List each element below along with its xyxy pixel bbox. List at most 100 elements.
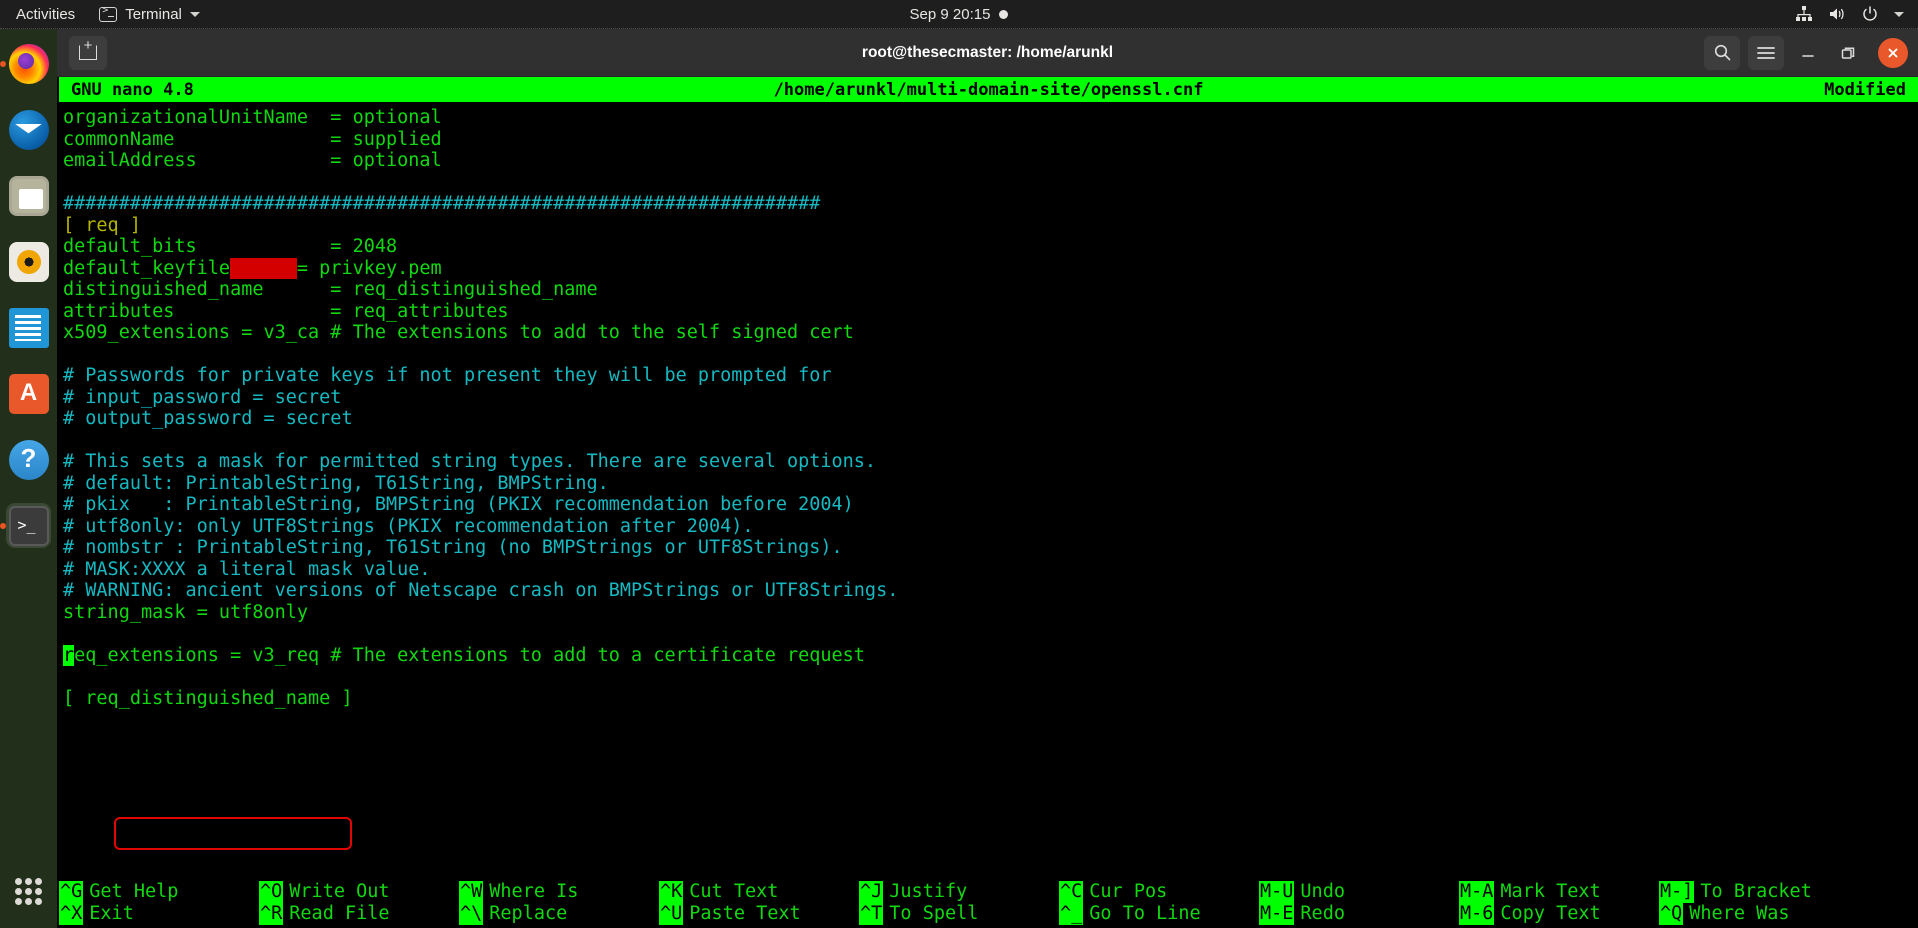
network-icon[interactable] [1795, 5, 1813, 23]
nano-line [61, 172, 1918, 194]
help-icon [8, 439, 49, 480]
nano-shortcut[interactable]: ^X Exit [59, 903, 259, 925]
power-icon[interactable] [1861, 5, 1879, 23]
window-titlebar: root@thesecmaster: /home/arunkl [57, 29, 1918, 77]
chevron-down-icon[interactable] [1894, 11, 1904, 17]
nano-line: default_bits = 2048 [61, 236, 1918, 258]
nano-shortcut-label: Cut Text [689, 881, 779, 902]
minimize-button[interactable] [1792, 37, 1824, 69]
dock-item-files[interactable] [6, 173, 51, 218]
nano-shortcut-key: ^O [259, 881, 284, 903]
files-icon [8, 175, 49, 216]
nano-line [61, 344, 1918, 366]
nano-line: # This sets a mask for permitted string … [61, 451, 1918, 473]
nano-editor[interactable]: GNU nano 4.8 /home/arunkl/multi-domain-s… [57, 77, 1918, 928]
grid-dot-icon [35, 898, 42, 905]
annotation-highlight-box [114, 817, 352, 850]
menu-button[interactable] [1748, 35, 1784, 70]
window-title: root@thesecmaster: /home/arunkl [861, 43, 1114, 61]
nano-shortcut[interactable]: M-E Redo [1259, 903, 1459, 925]
nano-shortcut[interactable]: M-6 Copy Text [1459, 903, 1659, 925]
nano-shortcut-key: M-A [1459, 881, 1495, 903]
terminal-icon [99, 5, 118, 22]
nano-text: [ req_distinguished_name ] [63, 687, 353, 709]
nano-shortcut[interactable]: M-U Undo [1259, 881, 1459, 903]
nano-shortcut[interactable]: ^R Read File [259, 903, 459, 925]
nano-shortcut[interactable]: ^J Justify [859, 881, 1059, 903]
dock-item-firefox[interactable] [0, 41, 51, 86]
nano-shortcut[interactable]: ^K Cut Text [659, 881, 859, 903]
nano-text: ########################################… [63, 193, 821, 214]
nano-text: attributes = req_attributes [63, 300, 509, 322]
nano-shortcut[interactable]: ^Q Where Was [1659, 903, 1859, 925]
nano-text: emailAddress = optional [63, 150, 442, 171]
nano-line: [ req_distinguished_name ] [61, 688, 1918, 710]
nano-text: # pkix : PrintableString, BMPString (PKI… [63, 494, 854, 515]
nano-shortcut-label: Get Help [89, 881, 179, 902]
dock-item-terminal[interactable] [0, 503, 51, 548]
nano-line [61, 666, 1918, 688]
nano-shortcut[interactable]: M-A Mark Text [1459, 881, 1659, 903]
nano-line: # WARNING: ancient versions of Netscape … [61, 580, 1918, 602]
nano-shortcut[interactable]: ^U Paste Text [659, 903, 859, 925]
nano-line: # default: PrintableString, T61String, B… [61, 473, 1918, 495]
rhythmbox-icon [8, 241, 49, 282]
nano-shortcut-label: Cur Pos [1089, 881, 1168, 902]
nano-shortcut-key: ^X [59, 903, 84, 925]
close-button[interactable] [1878, 37, 1908, 68]
dock-item-thunderbird[interactable] [6, 107, 51, 152]
nano-text: # nombstr : PrintableString, T61String (… [63, 537, 843, 558]
nano-shortcut-key: ^W [459, 881, 484, 903]
nano-shortcut[interactable]: ^G Get Help [59, 881, 259, 903]
window-controls [1704, 35, 1908, 70]
volume-icon[interactable] [1828, 5, 1846, 23]
nano-shortcut-label: To Bracket [1700, 881, 1812, 902]
nano-shortcut[interactable]: ^T To Spell [859, 903, 1059, 925]
nano-text: = privkey.pem [296, 257, 442, 279]
nano-line: organizationalUnitName = optional [61, 107, 1918, 129]
nano-line: distinguished_name = req_distinguished_n… [61, 279, 1918, 301]
nano-text-area[interactable]: organizationalUnitName = optional commonN… [59, 102, 1918, 709]
nano-text: organizationalUnitName = optional [63, 107, 442, 128]
nano-shortcut-label: Mark Text [1500, 881, 1601, 902]
nano-shortcut[interactable]: ^_ Go To Line [1059, 903, 1259, 925]
nano-shortcut-label: Where Is [489, 881, 579, 902]
dock-item-rhythmbox[interactable] [6, 239, 51, 284]
dock-item-ubuntu-software[interactable] [6, 371, 51, 416]
nano-shortcut-key: ^J [859, 881, 884, 903]
system-status-area[interactable] [1795, 5, 1904, 23]
nano-shortcut-key: M-U [1259, 881, 1295, 903]
nano-line: x509_extensions = v3_ca # The extensions… [61, 322, 1918, 344]
nano-shortcut[interactable]: ^C Cur Pos [1059, 881, 1259, 903]
new-tab-button[interactable] [69, 35, 107, 70]
search-icon [1714, 44, 1730, 61]
grid-dot-icon [15, 898, 22, 905]
clock-button[interactable]: Sep 9 20:15 [829, 6, 1089, 23]
show-applications-button[interactable] [6, 869, 51, 914]
nano-shortcut-label: To Spell [889, 903, 979, 924]
nano-text: x509_extensions = v3_ca # The extensions… [63, 322, 854, 343]
nano-text: default_keyfile [63, 257, 231, 279]
grid-dot-icon [35, 878, 42, 885]
nano-shortcut[interactable]: M-] To Bracket [1659, 881, 1859, 903]
search-button[interactable] [1704, 35, 1740, 70]
nano-line: commonName = supplied [61, 129, 1918, 151]
nano-shortcut[interactable]: ^\ Replace [459, 903, 659, 925]
nano-line: # nombstr : PrintableString, T61String (… [61, 537, 1918, 559]
grid-dot-icon [25, 888, 32, 895]
activities-button[interactable]: Activities [0, 0, 89, 29]
grid-dot-icon [15, 878, 22, 885]
nano-shortcut[interactable]: ^W Where Is [459, 881, 659, 903]
app-menu-terminal[interactable]: Terminal [89, 0, 210, 29]
nano-title-bar: GNU nano 4.8 /home/arunkl/multi-domain-s… [59, 77, 1918, 102]
nano-shortcut-key: M-] [1659, 881, 1695, 903]
dock [0, 29, 57, 928]
grid-dot-icon [35, 888, 42, 895]
app-menu-label: Terminal [125, 5, 182, 23]
dock-item-libreoffice-writer[interactable] [6, 305, 51, 350]
nano-shortcut[interactable]: ^O Write Out [259, 881, 459, 903]
nano-shortcut-label: Write Out [289, 881, 390, 902]
maximize-button[interactable] [1832, 37, 1864, 69]
dock-item-help[interactable] [6, 437, 51, 482]
thunderbird-icon [8, 109, 49, 150]
